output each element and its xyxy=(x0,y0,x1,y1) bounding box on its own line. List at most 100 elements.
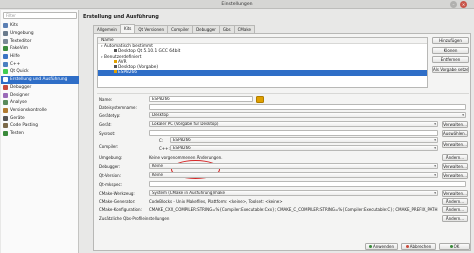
tab-bar: Allgemein Kits Qt Versionen Compiler Debugge… xyxy=(93,24,255,33)
kits-icon xyxy=(3,23,8,29)
sidebar-item[interactable]: Debugger xyxy=(1,84,79,92)
environment-label: Umgebung: xyxy=(99,155,123,160)
text-editor-icon xyxy=(3,38,8,44)
compiler-manage-button[interactable]: Verwalten... xyxy=(442,141,468,148)
window-title: Einstellungen xyxy=(221,2,253,7)
close-button[interactable]: × xyxy=(460,1,467,8)
clone-kit-button[interactable]: Klonen xyxy=(432,46,469,54)
sidebar-item[interactable]: Hilfe xyxy=(1,53,79,61)
chevron-down-icon: ▾ xyxy=(434,164,436,168)
sidebar-item-label: Code Pasting xyxy=(10,123,38,129)
kit-details-form: Name: ESP8266 Dateisystemname: Gerätetyp… xyxy=(97,93,469,249)
sidebar-item[interactable]: Texteditor xyxy=(1,37,79,45)
ok-label: OK xyxy=(453,244,460,249)
filter-input[interactable]: Filter xyxy=(3,12,77,19)
sysroot-input[interactable] xyxy=(149,130,438,136)
sidebar-item-label: C++ xyxy=(10,61,21,67)
qt-version-manage-button[interactable]: Verwalten... xyxy=(442,172,468,179)
kit-tree-row-label: ESP8266 xyxy=(118,70,137,76)
version-control-icon xyxy=(3,107,8,113)
sidebar-item[interactable]: Geräte xyxy=(1,114,79,122)
sidebar-item[interactable]: C++ xyxy=(1,60,79,68)
apply-icon xyxy=(368,245,372,248)
monitor-icon xyxy=(3,31,8,37)
chevron-down-icon: ▾ xyxy=(434,146,436,150)
device-manage-button[interactable]: Verwalten... xyxy=(442,121,468,128)
cmake-tool-select[interactable]: System (CMake in Ausführung)make ▾ xyxy=(149,190,438,196)
qt-mkspec-label: Qt-mkspec: xyxy=(99,182,123,187)
qbs-profile-change-button[interactable]: Ändern... xyxy=(442,215,468,222)
cpp-icon xyxy=(3,61,8,67)
add-kit-button[interactable]: Hinzufügen xyxy=(432,37,469,44)
tab[interactable]: Compiler xyxy=(167,25,194,33)
sidebar-item[interactable]: Code Pasting xyxy=(1,122,79,130)
kit-tree-row[interactable]: ESP8266 xyxy=(98,70,427,76)
code-pasting-icon xyxy=(3,123,8,129)
sidebar-item[interactable]: Kits xyxy=(1,22,79,30)
qt-version-label: Qt-Version: xyxy=(99,173,121,178)
remove-kit-button[interactable]: Entfernen xyxy=(432,56,469,63)
tab[interactable]: Debugger xyxy=(192,25,220,33)
sidebar-item-label: Debugger xyxy=(10,84,32,90)
designer-icon xyxy=(3,92,8,98)
kit-icon-button[interactable] xyxy=(256,96,264,103)
compiler-c-label: C: xyxy=(159,138,164,143)
category-list: Kits Umgebung Texteditor FakeVim Hilfe C++ Qt … xyxy=(1,22,79,137)
device-select[interactable]: Lokaler PC (Vorgabe für Desktop) ▾ xyxy=(149,121,438,127)
qt-version-select[interactable]: Keine ▾ xyxy=(149,172,438,178)
tab[interactable]: CMake xyxy=(233,25,255,33)
kit-tree-row-label: Desktop Qt 5.10.1 GCC 64bit xyxy=(118,49,181,55)
compiler-c-select[interactable]: ESP8266 ▾ xyxy=(170,137,438,143)
sidebar-item[interactable]: Designer xyxy=(1,91,79,99)
sidebar-item[interactable]: Testen xyxy=(1,130,79,138)
qt-version-value: Keine xyxy=(152,172,163,177)
kit-buttons: Hinzufügen Klonen Entfernen Als Vorgabe set… xyxy=(432,37,469,75)
sidebar-item-label: Analyse xyxy=(10,100,27,106)
sidebar-item-label: Texteditor xyxy=(10,38,32,44)
warning-icon xyxy=(114,59,117,63)
tab[interactable]: Gbs xyxy=(218,25,235,33)
device-value: Lokaler PC (Vorgabe für Desktop) xyxy=(152,121,219,126)
debugger-manage-button[interactable]: Verwalten... xyxy=(442,163,468,170)
cmake-tool-value: System (CMake in Ausführung)make xyxy=(152,190,225,195)
warning-icon xyxy=(114,70,117,74)
debugger-select[interactable]: Keine ▾ xyxy=(149,163,438,169)
debugger-icon xyxy=(3,84,8,90)
sidebar-item[interactable]: FakeVim xyxy=(1,45,79,53)
analyze-icon xyxy=(3,100,8,106)
kit-tree-row-label: Benutzerdefiniert xyxy=(104,54,142,60)
compiler-cpp-select[interactable]: ESP8266 ▾ xyxy=(170,145,438,151)
device-type-select[interactable]: Desktop ▾ xyxy=(149,112,466,118)
ok-button[interactable]: OK xyxy=(439,243,470,250)
sidebar-item[interactable]: Analyse xyxy=(1,99,79,107)
help-icon xyxy=(3,54,8,60)
cmake-tool-manage-button[interactable]: Verwalten... xyxy=(442,190,468,197)
kit-tree[interactable]: Name ▾Automatisch bestimmt Desktop Qt 5.1… xyxy=(97,37,428,88)
sidebar-item[interactable]: Qt Quick xyxy=(1,68,79,76)
sidebar-item[interactable]: Umgebung xyxy=(1,30,79,38)
set-default-kit-button[interactable]: Als Vorgabe setzen xyxy=(432,65,469,73)
cmake-config-label: CMake-Konfiguration: xyxy=(99,207,142,212)
tab[interactable]: Qt Versionen xyxy=(134,25,169,33)
cmake-generator-label: CMake-Generator: xyxy=(99,199,136,204)
desktop-icon xyxy=(114,65,117,69)
cmake-config-change-button[interactable]: Ändern... xyxy=(442,206,468,213)
cancel-button[interactable]: Abbrechen xyxy=(401,243,436,250)
environment-change-button[interactable]: Ändern... xyxy=(442,154,468,161)
sidebar-item[interactable]: Versionskontrolle xyxy=(1,107,79,115)
filesystem-input[interactable] xyxy=(149,104,466,110)
name-input[interactable]: ESP8266 xyxy=(149,96,253,102)
minimize-button[interactable]: – xyxy=(450,1,457,8)
chevron-down-icon: ▾ xyxy=(434,138,436,142)
cmake-generator-change-button[interactable]: Ändern... xyxy=(442,198,468,205)
tab[interactable]: Kits xyxy=(119,24,136,33)
tab[interactable]: Allgemein xyxy=(93,25,121,33)
sysroot-browse-button[interactable]: Auswählen... xyxy=(442,130,468,137)
debugger-label: Debugger: xyxy=(99,164,121,169)
qt-mkspec-input[interactable] xyxy=(149,181,466,187)
cmake-generator-value: CodeBlocks - Unix Makefiles, Plattform: … xyxy=(149,199,283,204)
apply-button[interactable]: Anwenden xyxy=(365,243,398,250)
compiler-c-value: ESP8266 xyxy=(173,137,191,142)
devices-icon xyxy=(3,115,8,121)
sidebar-item[interactable]: Erstellung und Ausführung xyxy=(1,75,79,84)
